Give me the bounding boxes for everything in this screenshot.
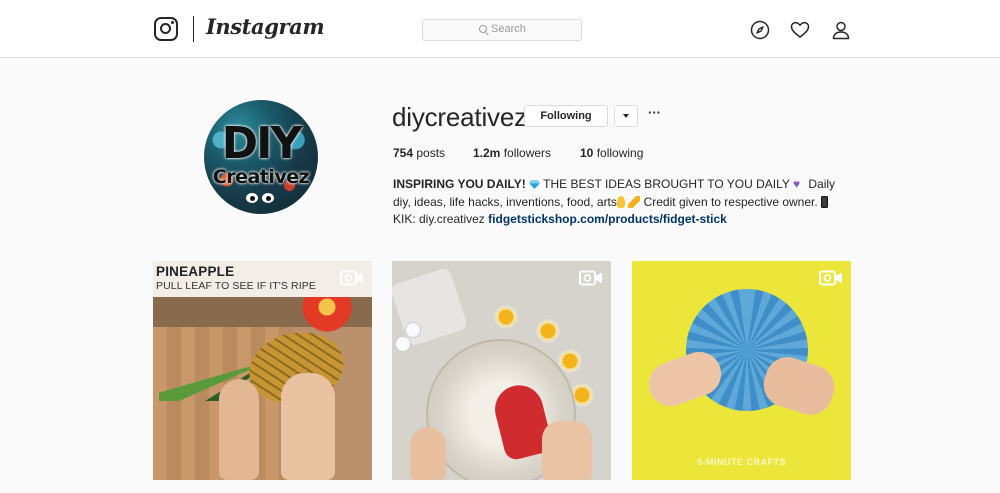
suggestions-dropdown-button[interactable] (614, 105, 638, 127)
eye-graphic (262, 193, 274, 203)
post-image-hand (542, 421, 592, 480)
search-placeholder: Search (491, 23, 526, 35)
instagram-wordmark[interactable]: Instagram (206, 14, 325, 39)
posts-count: 754 (393, 146, 414, 160)
light-bulb-emoji-icon (616, 195, 625, 208)
bio-text-4: KIK: diy.creativez (393, 212, 485, 226)
post-image-hand (281, 373, 335, 480)
video-camera-icon (579, 270, 602, 286)
eye-graphic (246, 193, 258, 203)
user-icon[interactable] (831, 20, 851, 40)
instagram-glyph-icon[interactable] (154, 17, 178, 41)
bio-text-1: THE BEST IDEAS BROUGHT TO YOU DAILY (543, 177, 790, 191)
video-camera-icon (340, 270, 363, 286)
search-input[interactable]: Search (422, 19, 582, 41)
posts-label: posts (416, 146, 446, 160)
bio-name: INSPIRING YOU DAILY! (393, 177, 526, 191)
top-navigation-bar: Instagram Search (0, 0, 1000, 58)
post-image-yolk-bowl (494, 305, 518, 329)
profile-avatar[interactable]: DIY Creativez (204, 100, 318, 214)
post-image-egg (396, 337, 410, 351)
post-thumbnail[interactable] (392, 261, 611, 480)
avatar-eyes-graphic (246, 190, 278, 208)
avatar-text-main: DIY (221, 118, 303, 169)
bio-text-3: Credit given to respective owner. (643, 194, 818, 209)
bio-website-link[interactable]: fidgetstickshop.com/products/fidget-stic… (488, 212, 727, 226)
writing-hand-emoji-icon (628, 195, 641, 208)
search-icon (479, 25, 487, 33)
post-thumbnail[interactable]: PINEAPPLE PULL LEAF TO SEE IF IT'S RIPE (153, 261, 372, 480)
following-stat[interactable]: 10 following (580, 146, 643, 160)
followers-stat[interactable]: 1.2m followers (473, 146, 551, 160)
heart-icon[interactable] (790, 20, 810, 40)
profile-username: diycreativez (392, 102, 527, 132)
profile-bio: INSPIRING YOU DAILY! THE BEST IDEAS BROU… (393, 176, 843, 229)
logo-divider (193, 16, 194, 42)
post-overlay-title: PINEAPPLE (156, 264, 235, 279)
post-watermark: 5-MINUTE CRAFTS (697, 457, 786, 467)
avatar-text-sub: Creativez (212, 166, 310, 188)
video-camera-icon (819, 270, 842, 286)
post-image-egg (406, 323, 420, 337)
compass-icon[interactable] (750, 20, 770, 40)
post-image-hand (410, 427, 446, 480)
posts-stat: 754 posts (393, 146, 445, 160)
post-image-yolk-bowl (536, 319, 560, 343)
following-button[interactable]: Following (524, 105, 608, 127)
post-overlay-subtitle: PULL LEAF TO SEE IF IT'S RIPE (156, 280, 316, 292)
gem-emoji-icon (529, 180, 541, 189)
followers-count: 1.2m (473, 146, 501, 160)
followers-label: followers (503, 146, 552, 160)
following-label: following (596, 146, 644, 160)
mobile-phone-emoji-icon (821, 195, 829, 208)
post-image-hand (219, 379, 259, 480)
more-options-icon[interactable]: ··· (648, 106, 662, 126)
post-thumbnail[interactable]: 5-MINUTE CRAFTS (632, 261, 851, 480)
purple-heart-emoji-icon: ♥ (793, 177, 801, 191)
following-count: 10 (580, 146, 594, 160)
post-image-egg-tray (392, 266, 469, 348)
